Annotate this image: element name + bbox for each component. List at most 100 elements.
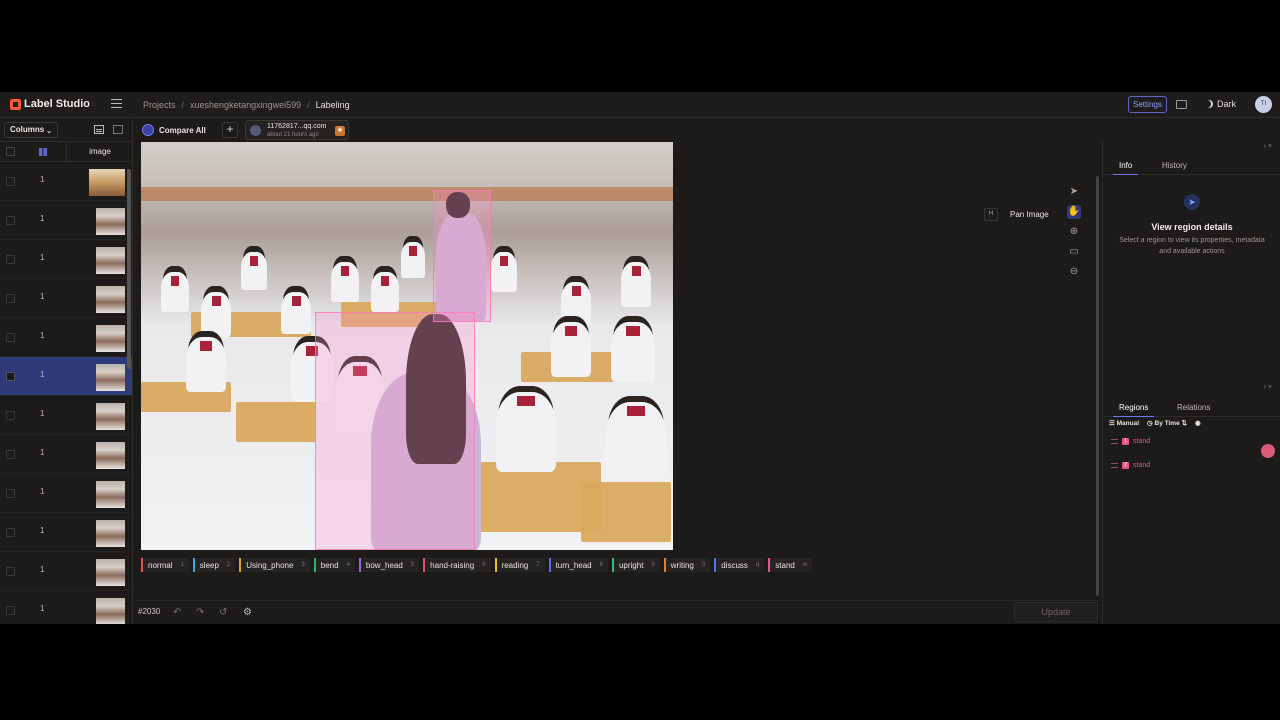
row-checkbox[interactable] xyxy=(6,606,15,615)
fit-image-icon[interactable]: ▭ xyxy=(1067,245,1081,259)
zoom-out-icon[interactable]: ⊖ xyxy=(1067,265,1081,279)
row-checkbox[interactable] xyxy=(6,216,15,225)
label-chip-writing[interactable]: writing 0 xyxy=(663,558,711,572)
column-header-image[interactable]: image xyxy=(66,142,132,163)
theme-toggle[interactable]: Dark xyxy=(1205,99,1236,109)
region-bbox-stand-2[interactable] xyxy=(315,312,475,550)
row-checkbox[interactable] xyxy=(6,255,15,264)
table-row[interactable]: 1 xyxy=(0,162,132,201)
breadcrumb-current: Labeling xyxy=(315,100,350,110)
label-hotkey: 2 xyxy=(226,562,231,568)
annotation-tabs: Compare All + 11762817...qq.com about 21… xyxy=(134,119,1100,141)
drag-handle-icon[interactable] xyxy=(1111,439,1118,444)
settings-button[interactable]: Settings xyxy=(1128,96,1167,113)
user-avatar[interactable]: TI xyxy=(1255,96,1272,113)
layout-toggle-icon[interactable] xyxy=(1176,100,1187,109)
region-bbox-stand-1[interactable] xyxy=(433,190,491,322)
select-all-checkbox[interactable] xyxy=(6,147,15,156)
annotation-tab[interactable]: 11762817...qq.com about 21 hours ago ★ xyxy=(245,120,349,140)
table-row[interactable]: 1 xyxy=(0,435,132,474)
table-row[interactable]: 1 xyxy=(0,552,132,591)
cursor-icon[interactable]: ➤ xyxy=(1067,185,1081,199)
table-header: image xyxy=(0,141,132,163)
eye-icon[interactable]: ◉ xyxy=(1195,419,1201,427)
zoom-in-icon[interactable]: ⊕ xyxy=(1067,225,1081,239)
label-chip-sleep[interactable]: sleep 2 xyxy=(192,558,236,572)
region-item[interactable]: 2 stand xyxy=(1111,462,1150,469)
label-hotkey: w xyxy=(802,562,808,568)
table-row[interactable]: 1 xyxy=(0,591,132,624)
columns-dropdown[interactable]: Columns ⌄ xyxy=(4,122,58,138)
sort-by-time[interactable]: ◷ By Time ⇅ xyxy=(1147,419,1187,427)
label-chip-reading[interactable]: reading 7 xyxy=(494,558,545,572)
breadcrumb-separator: / xyxy=(181,100,185,110)
label-chip-upright[interactable]: upright 9 xyxy=(611,558,660,572)
task-list: 1 1 1 1 1 1 1 1 1 1 1 1 xyxy=(0,162,132,624)
compare-all-button[interactable]: Compare All xyxy=(142,122,206,138)
tab-info[interactable]: Info xyxy=(1112,161,1139,175)
row-checkbox[interactable] xyxy=(6,489,15,498)
tab-relations[interactable]: Relations xyxy=(1177,403,1210,412)
add-annotation-button[interactable]: + xyxy=(222,122,238,138)
star-icon[interactable]: ★ xyxy=(335,126,345,136)
label-chip-stand[interactable]: stand w xyxy=(768,558,813,572)
table-row[interactable]: 1 xyxy=(0,240,132,279)
label-name: bow_head xyxy=(365,560,403,570)
table-row[interactable]: 1 xyxy=(0,201,132,240)
table-row[interactable]: 1 xyxy=(0,279,132,318)
menu-icon[interactable] xyxy=(111,99,122,108)
hand-icon[interactable]: ✋ xyxy=(1067,205,1081,219)
tab-regions[interactable]: Regions xyxy=(1112,403,1155,417)
image-thumbnail xyxy=(96,208,125,235)
table-row[interactable]: 1 xyxy=(0,357,132,396)
drag-handle-icon[interactable] xyxy=(1111,463,1118,468)
table-row[interactable]: 1 xyxy=(0,474,132,513)
student xyxy=(496,392,556,472)
user-avatar[interactable] xyxy=(1261,444,1275,458)
label-chip-using-phone[interactable]: Using_phone 3 xyxy=(239,558,310,572)
region-item[interactable]: 1 stand xyxy=(1111,438,1150,445)
row-checkbox[interactable] xyxy=(6,372,15,381)
compare-icon xyxy=(142,124,154,136)
list-view-icon[interactable] xyxy=(94,125,104,134)
bottom-bar: #2030 ↶ ↷ ↺ ⚙ Update xyxy=(134,600,1100,624)
undo-icon[interactable]: ↶ xyxy=(173,607,181,618)
tab-history[interactable]: History xyxy=(1162,161,1187,170)
label-chip-bend[interactable]: bend 4 xyxy=(313,558,355,572)
sort-manual[interactable]: ☰ Manual xyxy=(1109,419,1139,427)
row-checkbox[interactable] xyxy=(6,411,15,420)
label-chip-hand-raising[interactable]: hand-raising 6 xyxy=(423,558,491,572)
update-button[interactable]: Update xyxy=(1014,602,1098,622)
table-row[interactable]: 1 xyxy=(0,396,132,435)
breadcrumb-projects[interactable]: Projects xyxy=(143,100,176,110)
table-row[interactable]: 1 xyxy=(0,513,132,552)
region-index: 2 xyxy=(1122,462,1129,469)
label-hotkey: 8 xyxy=(599,562,603,568)
label-chip-discuss[interactable]: discuss q xyxy=(714,558,765,572)
label-chip-bow-head[interactable]: bow_head 5 xyxy=(358,558,420,572)
table-row[interactable]: 1 xyxy=(0,318,132,357)
row-checkbox[interactable] xyxy=(6,294,15,303)
region-sort-controls: ☰ Manual ◷ By Time ⇅ ◉ xyxy=(1109,419,1201,427)
grid-view-icon[interactable] xyxy=(113,125,123,134)
reset-icon[interactable]: ↺ xyxy=(219,607,227,618)
redo-icon[interactable]: ↷ xyxy=(196,607,204,618)
breadcrumb-project[interactable]: xueshengketangxingwei599 xyxy=(190,100,301,110)
app-logo[interactable]: Label Studio xyxy=(10,98,90,110)
image-canvas[interactable] xyxy=(141,142,673,550)
label-chip-turn-head[interactable]: turn_head 8 xyxy=(548,558,608,572)
classroom-wall xyxy=(141,187,673,201)
panel-collapse-icon[interactable]: › × xyxy=(1264,384,1272,391)
canvas-scrollbar[interactable] xyxy=(1096,176,1099,596)
panel-collapse-icon[interactable]: › × xyxy=(1264,143,1272,150)
row-checkbox[interactable] xyxy=(6,528,15,537)
settings-sliders-icon[interactable]: ⚙ xyxy=(243,607,252,618)
label-hotkey: 7 xyxy=(536,562,540,568)
label-hotkey: 5 xyxy=(410,562,415,568)
row-checkbox[interactable] xyxy=(6,450,15,459)
row-checkbox[interactable] xyxy=(6,567,15,576)
row-checkbox[interactable] xyxy=(6,177,15,186)
row-checkbox[interactable] xyxy=(6,333,15,342)
label-chip-normal[interactable]: normal 1 xyxy=(141,558,189,572)
vertical-scrollbar[interactable] xyxy=(127,169,131,369)
